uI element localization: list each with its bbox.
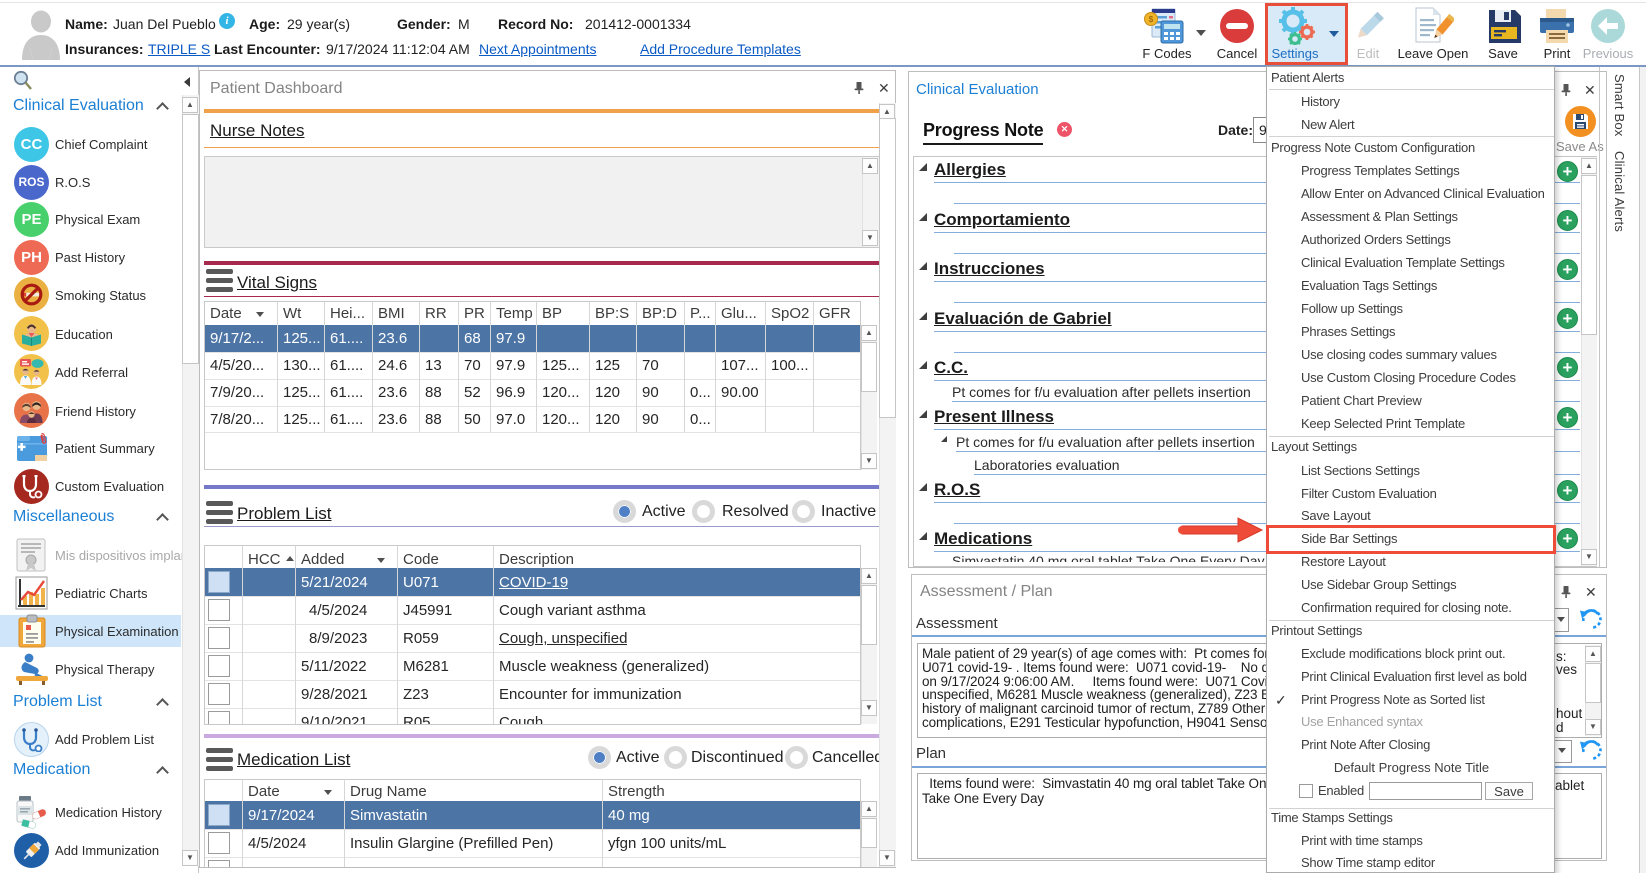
svg-text:$: $ bbox=[1149, 15, 1154, 24]
